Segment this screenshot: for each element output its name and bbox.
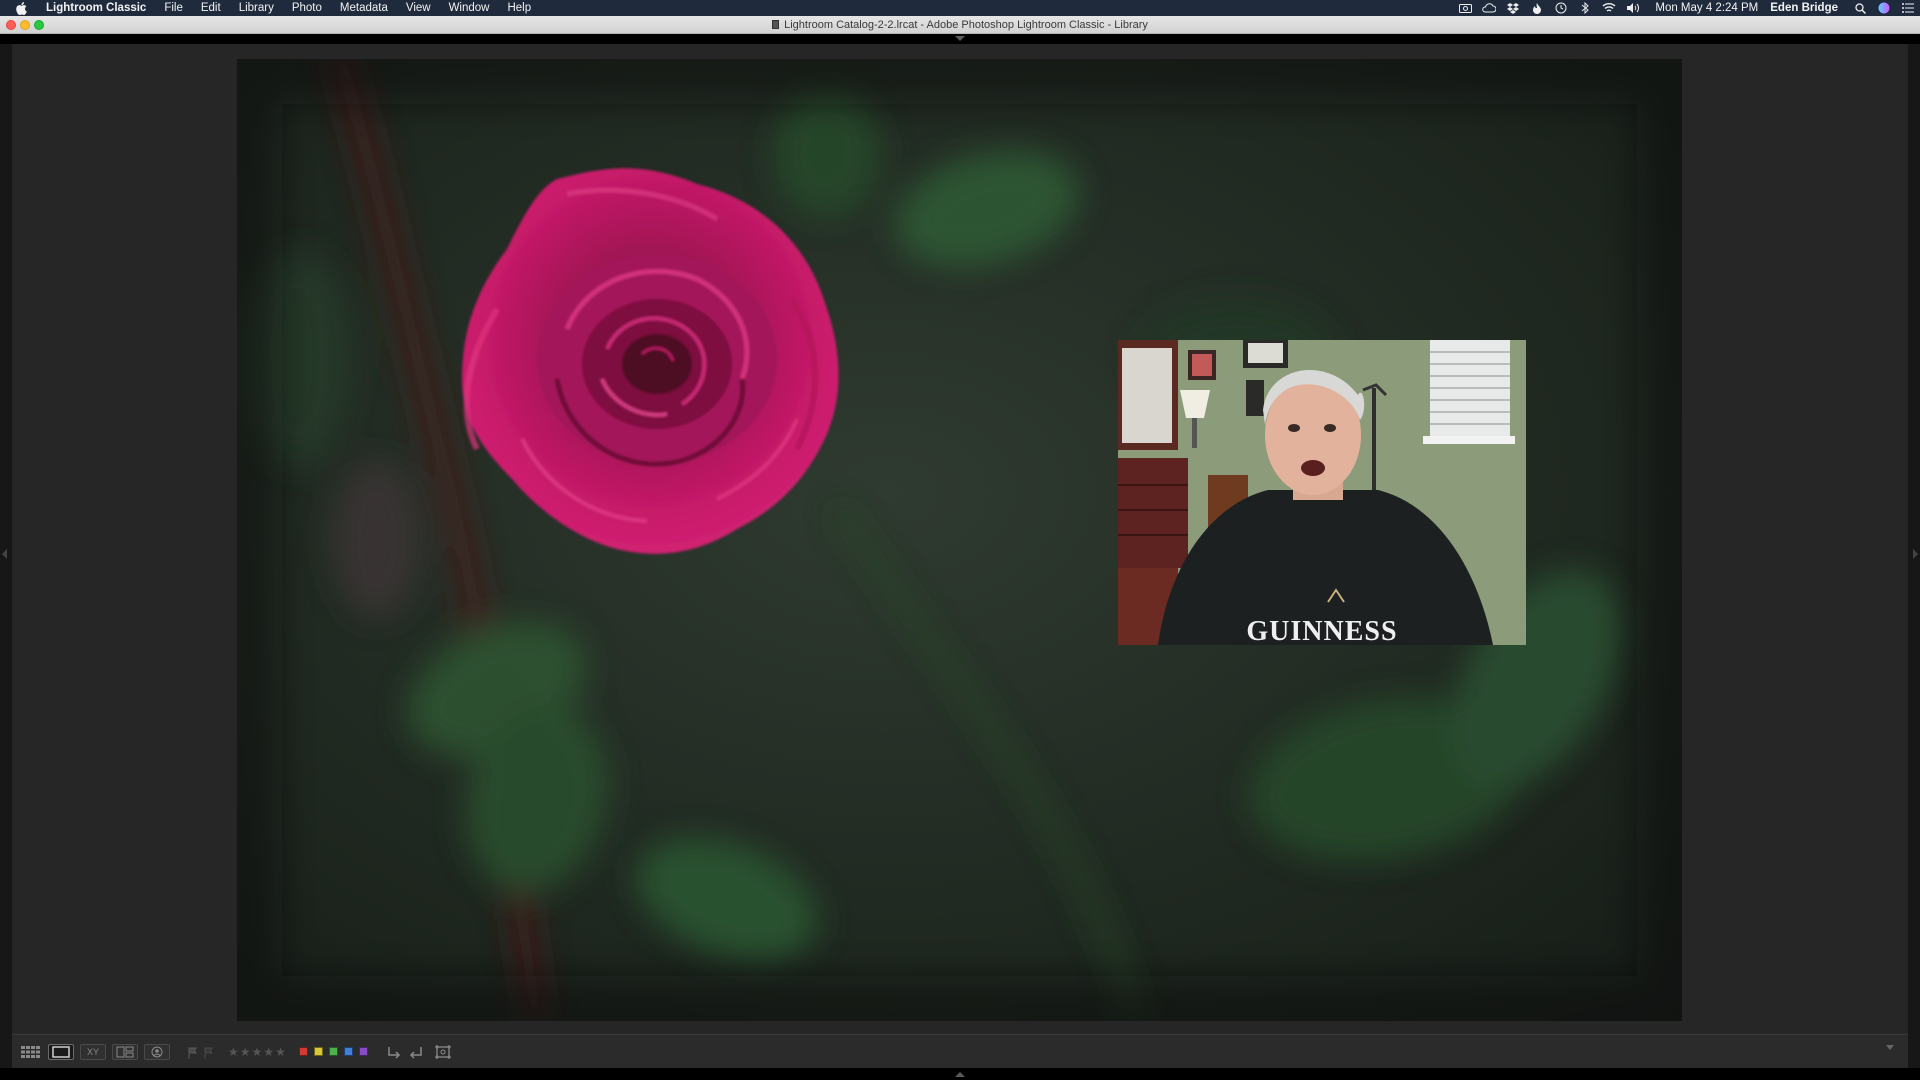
webcam-overlay[interactable]: GUINNESS xyxy=(1118,340,1526,645)
menu-metadata[interactable]: Metadata xyxy=(331,2,397,14)
window-zoom-button[interactable] xyxy=(34,20,44,30)
survey-view-button[interactable] xyxy=(112,1043,138,1060)
menu-bar: Lightroom Classic File Edit Library Phot… xyxy=(0,0,1920,16)
menu-photo[interactable]: Photo xyxy=(283,2,331,14)
menubar-clock[interactable]: Mon May 4 2:24 PM xyxy=(1655,2,1758,14)
right-panel-toggle-icon[interactable] xyxy=(1913,549,1918,559)
window-title: Lightroom Catalog-2-2.lrcat - Adobe Phot… xyxy=(784,18,1148,31)
dropbox-icon[interactable] xyxy=(1506,2,1520,14)
star-icon[interactable]: ★ xyxy=(240,1045,251,1059)
color-label-yellow[interactable] xyxy=(313,1047,323,1056)
bluetooth-icon[interactable] xyxy=(1578,2,1592,14)
filmstrip-toggle-icon[interactable] xyxy=(955,1072,965,1077)
siri-icon[interactable] xyxy=(1877,2,1891,14)
color-label-purple[interactable] xyxy=(358,1047,368,1056)
star-icon[interactable]: ★ xyxy=(263,1045,274,1059)
crop-icon xyxy=(434,1044,451,1059)
webcam-shirt-text: GUINNESS xyxy=(1246,616,1398,645)
toolbar-options-chevron-icon[interactable] xyxy=(1886,1045,1894,1050)
creative-cloud-icon[interactable] xyxy=(1482,2,1497,14)
window-minimize-button[interactable] xyxy=(20,20,30,30)
menu-edit[interactable]: Edit xyxy=(192,2,230,14)
status-area: Mon May 4 2:24 PM Eden Bridge xyxy=(1453,0,1920,16)
star-icon[interactable]: ★ xyxy=(252,1045,263,1059)
survey-icon xyxy=(116,1046,134,1057)
grid-icon xyxy=(21,1045,40,1058)
people-view-button[interactable] xyxy=(144,1043,170,1060)
wifi-icon[interactable] xyxy=(1602,2,1616,14)
star-icon[interactable]: ★ xyxy=(275,1045,286,1059)
time-machine-icon[interactable] xyxy=(1554,2,1568,14)
rotate-left-icon xyxy=(388,1046,400,1059)
menu-library[interactable]: Library xyxy=(230,2,283,14)
left-panel-toggle-icon[interactable] xyxy=(2,549,7,559)
notification-center-icon[interactable] xyxy=(1901,2,1915,14)
star-rating[interactable]: ★ ★ ★ ★ ★ xyxy=(228,1045,287,1059)
flag-pick-icon[interactable] xyxy=(188,1046,198,1059)
flame-icon[interactable] xyxy=(1530,2,1544,14)
loupe-icon xyxy=(52,1045,70,1058)
grid-view-button[interactable] xyxy=(20,1044,42,1060)
menu-window[interactable]: Window xyxy=(440,2,499,14)
menu-view[interactable]: View xyxy=(397,2,440,14)
menu-file[interactable]: File xyxy=(155,2,192,14)
color-label-blue[interactable] xyxy=(343,1047,353,1056)
menu-lightroom-classic[interactable]: Lightroom Classic xyxy=(36,2,155,14)
crop-overlay-button[interactable] xyxy=(434,1044,452,1060)
top-panel-toggle-icon[interactable] xyxy=(955,36,965,41)
color-labels xyxy=(298,1047,374,1056)
window-title-bar: Lightroom Catalog-2-2.lrcat - Adobe Phot… xyxy=(0,16,1920,34)
color-label-red[interactable] xyxy=(298,1047,308,1056)
people-icon xyxy=(151,1046,163,1057)
flag-reject-icon[interactable] xyxy=(204,1046,214,1059)
color-label-green[interactable] xyxy=(328,1047,338,1056)
library-toolbar: XY ★ ★ ★ ★ ★ xyxy=(12,1034,1908,1068)
spotlight-search-icon[interactable] xyxy=(1853,2,1867,14)
star-icon[interactable]: ★ xyxy=(228,1045,239,1059)
menu-help[interactable]: Help xyxy=(498,2,540,14)
camera-icon[interactable] xyxy=(1458,2,1472,14)
volume-icon[interactable] xyxy=(1626,2,1640,14)
window-close-button[interactable] xyxy=(6,20,16,30)
compare-view-button[interactable]: XY xyxy=(80,1043,106,1060)
loupe-view-button[interactable] xyxy=(48,1043,74,1060)
rotate-right-icon xyxy=(409,1046,422,1059)
document-icon xyxy=(772,20,780,29)
rotate-left-button[interactable] xyxy=(386,1044,402,1060)
rotate-right-button[interactable] xyxy=(408,1044,424,1060)
apple-icon[interactable] xyxy=(14,1,28,15)
menubar-user[interactable]: Eden Bridge xyxy=(1770,2,1838,14)
webcam-video-image xyxy=(1118,340,1526,645)
